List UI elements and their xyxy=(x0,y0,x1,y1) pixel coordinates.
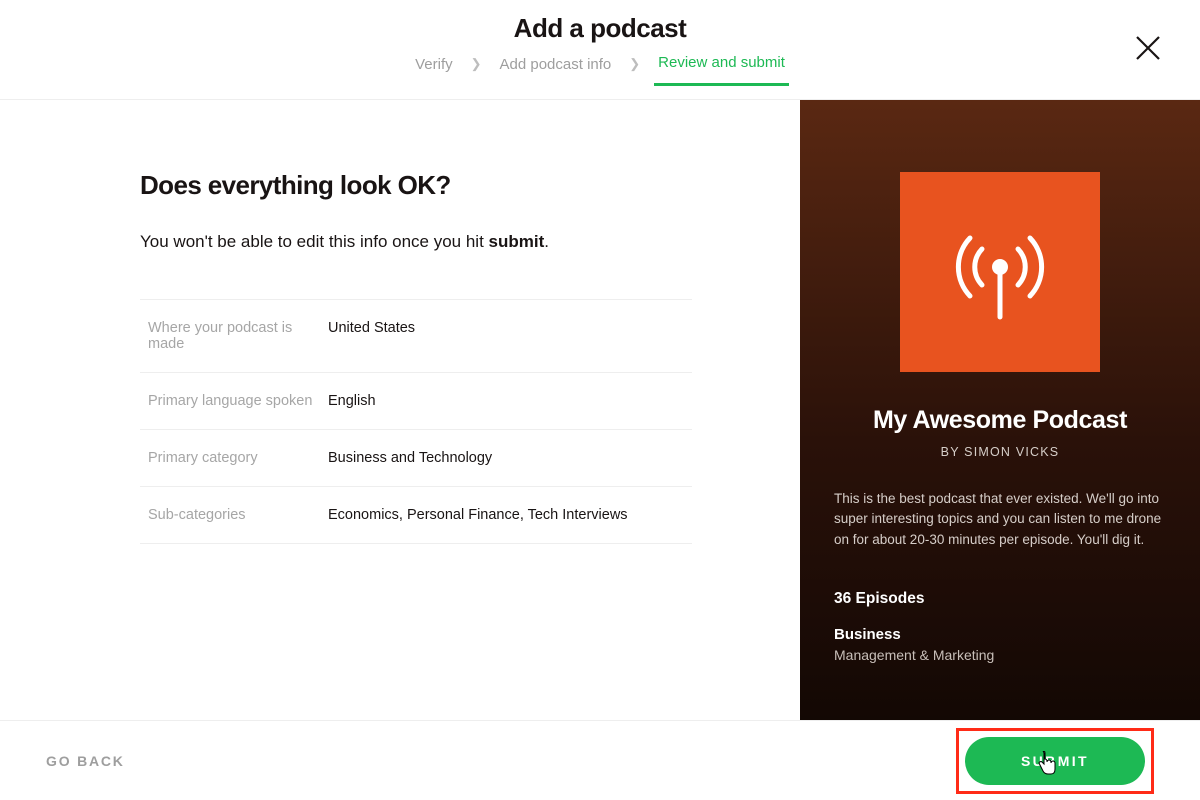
podcast-byline: BY SIMON VICKS xyxy=(834,445,1166,459)
row-label: Where your podcast is made xyxy=(140,320,328,352)
page-title: Add a podcast xyxy=(514,13,687,44)
breadcrumb-step-verify[interactable]: Verify xyxy=(411,56,457,85)
highlight-box: SUBMIT xyxy=(956,728,1154,794)
review-panel: Does everything look OK? You won't be ab… xyxy=(0,100,800,720)
table-row: Where your podcast is made United States xyxy=(140,300,692,373)
episode-count: 36 Episodes xyxy=(834,590,1166,608)
footer-bar: GO BACK SUBMIT xyxy=(0,720,1200,800)
row-label: Sub-categories xyxy=(140,507,328,523)
close-button[interactable] xyxy=(1132,32,1164,64)
row-value: United States xyxy=(328,320,692,352)
review-note-bold: submit xyxy=(489,232,545,251)
podcast-artwork xyxy=(900,172,1100,372)
row-label: Primary category xyxy=(140,450,328,466)
row-value: Business and Technology xyxy=(328,450,692,466)
main-content: Does everything look OK? You won't be ab… xyxy=(0,100,1200,720)
review-note-post: . xyxy=(544,232,549,251)
table-row: Primary language spoken English xyxy=(140,373,692,430)
category-primary: Business xyxy=(834,626,1166,643)
table-row: Sub-categories Economics, Personal Finan… xyxy=(140,487,692,544)
podcast-title: My Awesome Podcast xyxy=(834,406,1166,435)
podcast-description: This is the best podcast that ever exist… xyxy=(834,489,1166,550)
breadcrumb: Verify ❯ Add podcast info ❯ Review and s… xyxy=(411,54,789,86)
table-row: Primary category Business and Technology xyxy=(140,430,692,487)
row-value: English xyxy=(328,393,692,409)
review-note: You won't be able to edit this info once… xyxy=(140,229,692,255)
review-note-pre: You won't be able to edit this info once… xyxy=(140,232,489,251)
broadcast-icon xyxy=(940,212,1060,332)
review-heading: Does everything look OK? xyxy=(140,170,692,201)
page-header: Add a podcast Verify ❯ Add podcast info … xyxy=(0,0,1200,100)
close-icon xyxy=(1132,32,1164,64)
chevron-right-icon: ❯ xyxy=(629,56,640,72)
chevron-right-icon: ❯ xyxy=(471,56,482,72)
row-value: Economics, Personal Finance, Tech Interv… xyxy=(328,507,692,523)
row-label: Primary language spoken xyxy=(140,393,328,409)
category-sub: Management & Marketing xyxy=(834,647,1166,663)
breadcrumb-step-add-info[interactable]: Add podcast info xyxy=(496,56,616,85)
preview-panel: My Awesome Podcast BY SIMON VICKS This i… xyxy=(800,100,1200,720)
review-info-table: Where your podcast is made United States… xyxy=(140,299,692,544)
breadcrumb-step-review[interactable]: Review and submit xyxy=(654,54,789,86)
submit-button[interactable]: SUBMIT xyxy=(965,737,1145,785)
submit-label: SUBMIT xyxy=(1021,753,1089,769)
go-back-button[interactable]: GO BACK xyxy=(46,753,125,769)
